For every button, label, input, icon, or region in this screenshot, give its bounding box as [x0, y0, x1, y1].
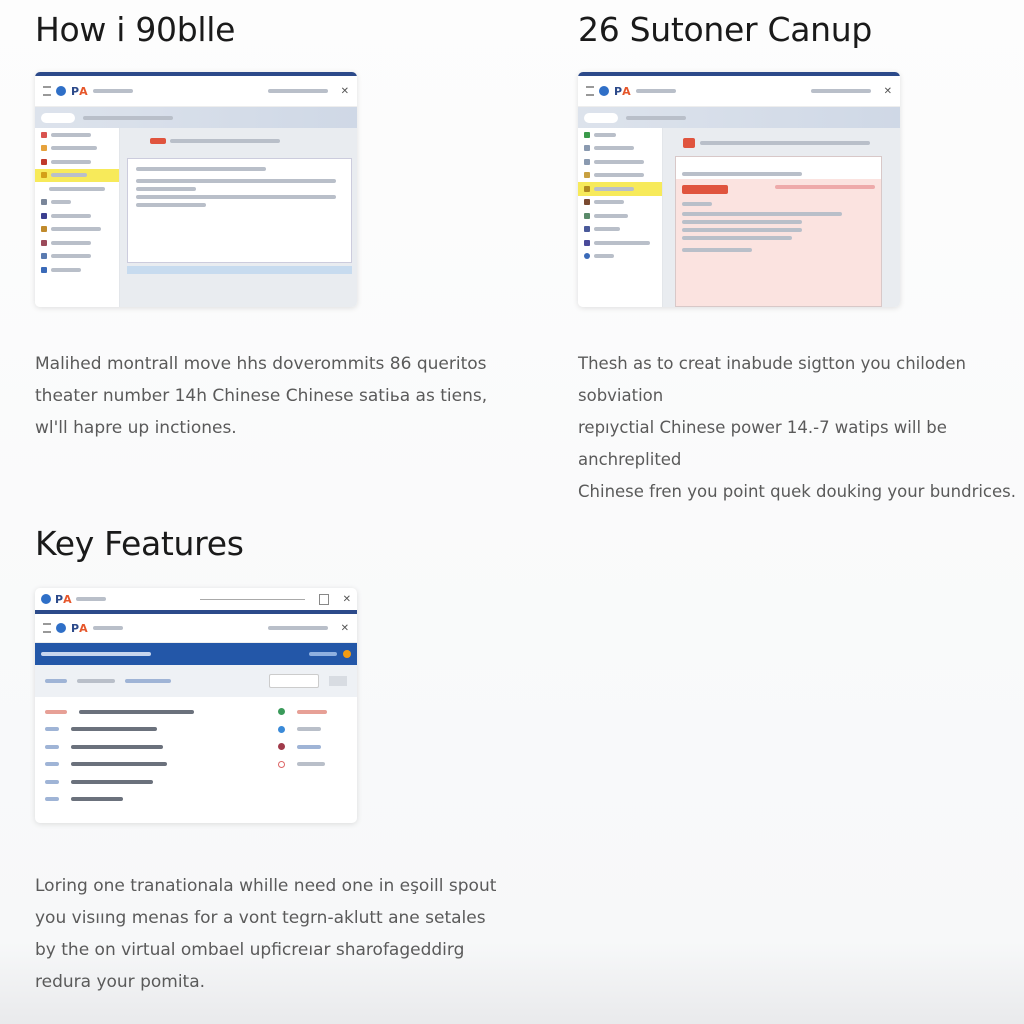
logo-icon — [56, 623, 66, 633]
close-icon[interactable]: ✕ — [343, 594, 351, 605]
logo: PA — [71, 84, 88, 98]
text-line: Loring one tranationala whille need one … — [35, 876, 497, 896]
section-3-title: Key Features — [35, 524, 244, 563]
menu-icon — [586, 86, 594, 96]
section-3-description: Loring one tranationala whille need one … — [35, 870, 496, 998]
text-line: Thesh as to creat inabude sigtton you ch… — [578, 354, 966, 405]
text-line: you visııng menas for a vont tegrn-aklut… — [35, 908, 486, 928]
text-line: redura your pomita. — [35, 972, 206, 992]
section-1-description: Malihed montrall move hhs doverommits 86… — [35, 348, 487, 444]
text-line: theater number 14h Chinese Chinese satiь… — [35, 386, 488, 406]
item-list — [35, 697, 357, 814]
logo-icon — [56, 86, 66, 96]
menu-icon — [43, 86, 51, 96]
screenshot-1: PA ✕ — [35, 72, 357, 307]
logo: PA — [614, 84, 631, 98]
screenshot-3: PA ✕ PA ✕ — [35, 588, 357, 823]
logo-icon — [599, 86, 609, 96]
close-icon: ✕ — [883, 85, 892, 97]
clipboard-icon — [318, 593, 329, 605]
text-line: wl'll hapre up inctiones. — [35, 418, 237, 438]
text-line: repıyctial Chinese power 14.-7 watips wi… — [578, 418, 947, 469]
close-icon: ✕ — [340, 85, 349, 97]
logo: PA — [55, 592, 72, 606]
section-1-title: How i 90blle — [35, 10, 236, 49]
text-line: Chinese fren you point quek douking your… — [578, 482, 1016, 501]
screenshot-2: PA ✕ — [578, 72, 900, 307]
menu-icon — [43, 623, 51, 633]
section-2-title: 26 Sutoner Canup — [578, 10, 872, 49]
close-icon[interactable]: ✕ — [341, 623, 349, 634]
section-2-description: Thesh as to creat inabude sigtton you ch… — [578, 348, 1024, 508]
text-line: Malihed montrall move hhs doverommits 86… — [35, 354, 487, 374]
text-line: by the on virtual ombael upficreıar shar… — [35, 940, 465, 960]
